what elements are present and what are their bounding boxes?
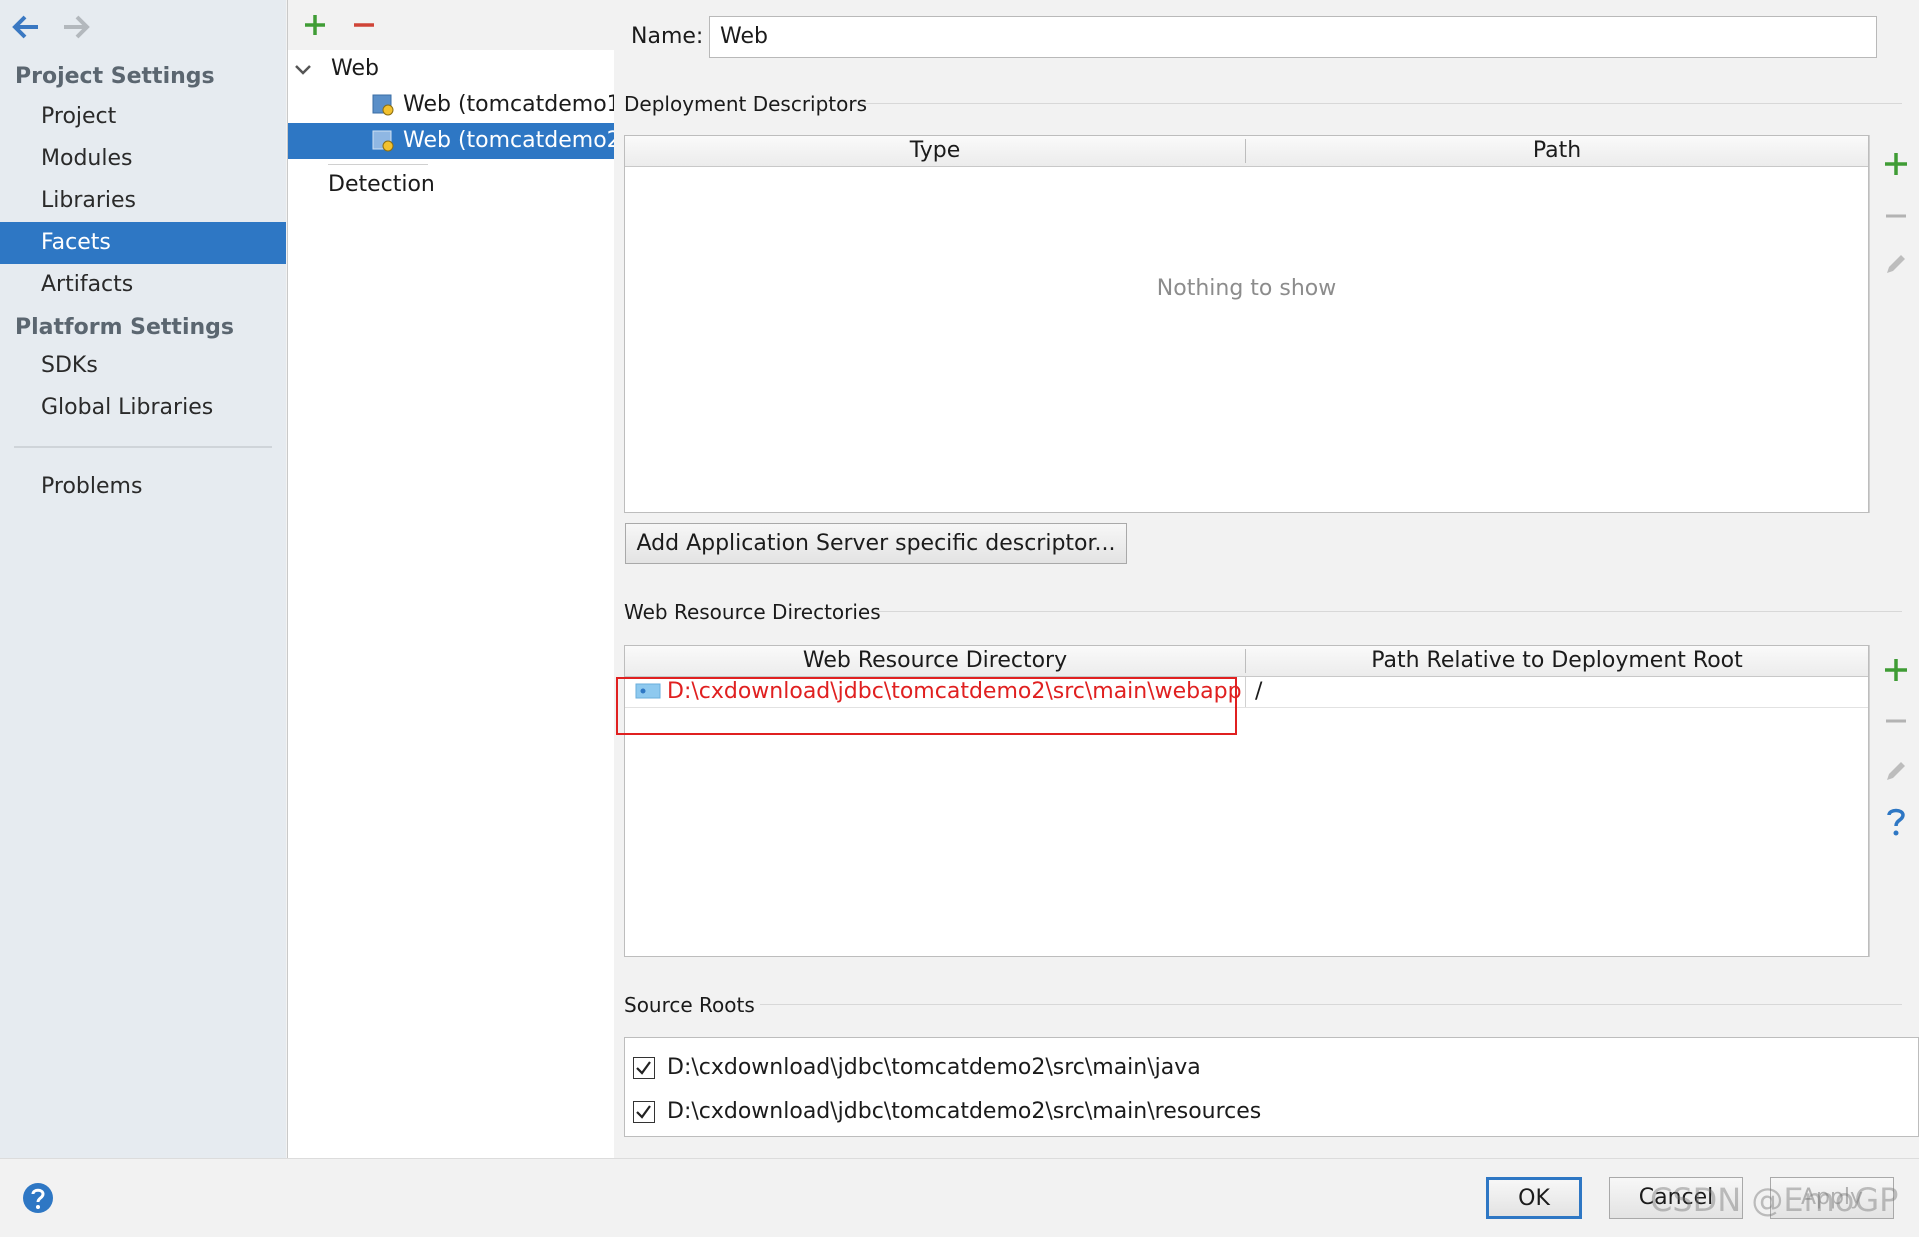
column-header-relative-path[interactable]: Path Relative to Deployment Root (1246, 646, 1868, 676)
remove-icon[interactable] (1883, 203, 1909, 229)
add-icon[interactable] (303, 13, 327, 37)
tree-node-label: Web (331, 56, 379, 81)
remove-icon[interactable] (1883, 708, 1909, 734)
table-header: Type Path (625, 136, 1868, 167)
checkmark-icon (636, 1061, 651, 1075)
facet-editor-panel: Name: Web Deployment Descriptors Type Pa… (614, 0, 1919, 1158)
web-facet-icon (372, 94, 394, 116)
nav-item-problems[interactable]: Problems (0, 466, 286, 508)
list-item[interactable]: D:\cxdownload\jdbc\tomcatdemo2\src\main\… (625, 1048, 1918, 1088)
platform-settings-header: Platform Settings (15, 315, 234, 340)
list-item[interactable]: D:\cxdownload\jdbc\tomcatdemo2\src\main\… (625, 1092, 1918, 1132)
nav-item-global-libraries[interactable]: Global Libraries (0, 387, 286, 429)
section-divider (862, 103, 1902, 104)
relative-path-cell: / (1255, 679, 1263, 704)
nav-separator (14, 446, 272, 448)
tree-node-label: Web (tomcatdemo1) (403, 92, 630, 117)
nav-item-libraries[interactable]: Libraries (0, 180, 286, 222)
descriptors-side-toolbar (1869, 135, 1919, 513)
source-roots-list: D:\cxdownload\jdbc\tomcatdemo2\src\main\… (624, 1037, 1919, 1137)
nav-item-sdks[interactable]: SDKs (0, 345, 286, 387)
section-divider (876, 611, 1902, 612)
deployment-descriptors-title: Deployment Descriptors (624, 92, 868, 116)
web-resource-directories-title: Web Resource Directories (624, 600, 881, 624)
project-settings-header: Project Settings (15, 64, 215, 89)
help-icon[interactable] (21, 1181, 55, 1215)
empty-table-text: Nothing to show (1156, 276, 1337, 301)
edit-pencil-icon[interactable] (1883, 251, 1909, 277)
name-label: Name: (631, 24, 704, 49)
tree-node-detection[interactable]: Detection (328, 167, 435, 203)
settings-nav: Project Settings Project Modules Librari… (0, 0, 286, 1158)
column-header-type[interactable]: Type (625, 136, 1245, 166)
highlight-annotation-box (616, 677, 1237, 735)
watermark: CSDN @EmoGP (1650, 1181, 1899, 1219)
source-root-path: D:\cxdownload\jdbc\tomcatdemo2\src\main\… (667, 1099, 1262, 1124)
deployment-descriptors-table: Type Path Nothing to show (624, 135, 1869, 513)
tree-node-label: Web (tomcatdemo2) (403, 128, 630, 153)
facets-tree-panel: Web Web (tomcatdemo1) Web (tomcatdemo2) … (287, 0, 629, 1158)
edit-pencil-icon[interactable] (1883, 758, 1909, 784)
forward-arrow-icon[interactable] (62, 14, 90, 40)
add-server-descriptor-button[interactable]: Add Application Server specific descript… (625, 523, 1127, 564)
checkmark-icon (636, 1105, 651, 1119)
ok-button[interactable]: OK (1486, 1177, 1582, 1219)
add-icon[interactable] (1883, 657, 1909, 683)
section-divider (760, 1004, 1902, 1005)
tree-divider (328, 164, 428, 165)
tree-node-web[interactable]: Web (288, 51, 614, 87)
resource-dirs-side-toolbar (1869, 645, 1919, 957)
table-header: Web Resource Directory Path Relative to … (625, 646, 1868, 677)
tree-node-web-tomcatdemo1[interactable]: Web (tomcatdemo1) (288, 87, 629, 123)
nav-item-project[interactable]: Project (0, 96, 286, 138)
tree-toolbar (288, 0, 614, 50)
nav-item-facets[interactable]: Facets (0, 222, 286, 264)
back-arrow-icon[interactable] (12, 14, 40, 40)
help-question-icon[interactable] (1883, 805, 1909, 837)
source-root-path: D:\cxdownload\jdbc\tomcatdemo2\src\main\… (667, 1055, 1201, 1080)
source-root-checkbox[interactable] (633, 1101, 655, 1123)
add-icon[interactable] (1883, 151, 1909, 177)
source-root-checkbox[interactable] (633, 1057, 655, 1079)
chevron-down-icon[interactable] (294, 63, 312, 77)
cell-separator (1245, 677, 1246, 707)
dialog-button-bar: OK Cancel Apply CSDN @EmoGP (0, 1158, 1919, 1237)
nav-item-artifacts[interactable]: Artifacts (0, 264, 286, 306)
remove-icon[interactable] (352, 13, 376, 37)
web-facet-icon (372, 130, 394, 152)
column-header-web-resource-directory[interactable]: Web Resource Directory (625, 646, 1245, 676)
nav-item-modules[interactable]: Modules (0, 138, 286, 180)
column-header-path[interactable]: Path (1246, 136, 1868, 166)
source-roots-title: Source Roots (624, 993, 755, 1017)
name-input[interactable]: Web (709, 16, 1877, 58)
tree-node-web-tomcatdemo2[interactable]: Web (tomcatdemo2) (288, 123, 629, 159)
